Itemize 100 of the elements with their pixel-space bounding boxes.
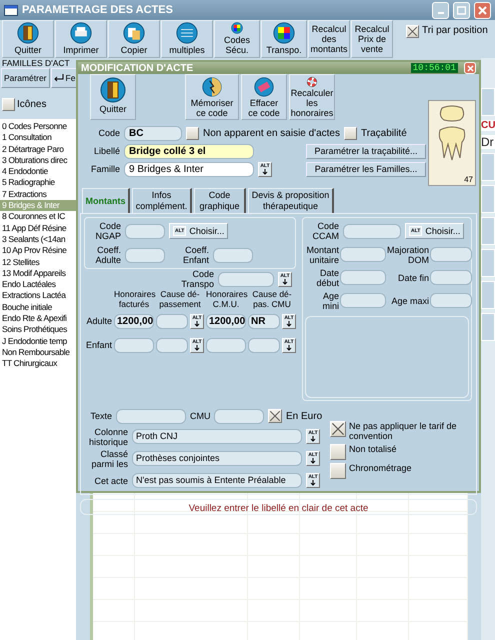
ccam-field[interactable] <box>340 247 386 262</box>
list-item[interactable]: Endo Lactéales <box>0 279 76 290</box>
field-label: Date début <box>315 268 339 288</box>
down-arrow-icon <box>310 458 316 464</box>
toolbar-button[interactable]: multiples <box>161 20 213 58</box>
tab[interactable]: Montants <box>82 188 130 213</box>
list-item[interactable]: Non Remboursable <box>0 346 76 358</box>
fee-field[interactable] <box>248 338 280 352</box>
door-icon <box>100 77 126 103</box>
printer-icon <box>68 22 94 44</box>
coefficient-field[interactable] <box>125 248 165 262</box>
transpo-field[interactable] <box>218 272 274 286</box>
list-item[interactable]: 11 App Déf Résine <box>0 222 76 234</box>
tab[interactable]: FAMILLES D'ACT <box>0 58 76 68</box>
field-label: Code <box>97 128 120 138</box>
checkbox[interactable] <box>268 409 282 423</box>
list-item[interactable]: TT Chirurgicaux <box>0 358 76 370</box>
list-item[interactable]: J Endodontie temp <box>0 336 76 347</box>
clock: 10:56:01 <box>410 63 458 73</box>
select-field[interactable]: Proth CNJ <box>132 429 302 444</box>
partial-text: CU <box>481 120 495 131</box>
fee-field[interactable] <box>114 338 154 352</box>
row-label: Enfant <box>84 340 112 350</box>
families-button[interactable]: Paramétrer les Familles... <box>306 162 426 176</box>
toolbar-button[interactable]: Transpo. <box>261 20 307 58</box>
list-item[interactable]: Bouche initiale <box>0 302 76 314</box>
configure-button[interactable]: Paramétrer <box>1 68 50 88</box>
column-header: Honoraires C.M.U. <box>206 289 246 309</box>
list-item[interactable]: 2 Détartrage Paro <box>0 144 76 155</box>
coefficient-field[interactable] <box>213 248 253 262</box>
ccam-field[interactable] <box>340 293 386 308</box>
down-arrow-icon <box>310 480 316 486</box>
list-item[interactable]: 10 Ap Prov Résine <box>0 245 76 257</box>
list-item[interactable]: 5 Radiographie <box>0 177 76 189</box>
ccam-field[interactable] <box>430 293 472 308</box>
list-item[interactable]: Endo Rte & Apexifi <box>0 313 76 324</box>
select-field[interactable]: Prothèses conjointes <box>132 451 302 466</box>
field-label: Coeff. Adulte <box>94 245 121 265</box>
fee-field[interactable] <box>156 314 188 328</box>
toolbar-button[interactable]: Effacer ce code <box>241 74 287 120</box>
checkbox-label: Non totalisé <box>349 444 397 454</box>
fee-field[interactable] <box>206 338 246 352</box>
family-field[interactable]: 9 Bridges & Inter <box>124 162 254 176</box>
list-item[interactable]: 7 Extractions <box>0 188 76 200</box>
status-message: Veuillez entrer le libellé en clair de cet acte <box>188 503 368 514</box>
field-label: Coeff. Enfant <box>182 245 209 265</box>
list-item[interactable]: Extractions Lactéa <box>0 290 76 302</box>
text-field[interactable] <box>116 408 186 424</box>
close-button[interactable] <box>474 2 491 18</box>
toolbar-button[interactable]: Mémoriser ce code <box>185 74 239 120</box>
list-item[interactable]: 8 Couronnes et IC <box>0 211 76 223</box>
toolbar-button[interactable]: Recalcul Prix de vente <box>351 20 393 58</box>
fee-field[interactable] <box>156 338 188 352</box>
field-label: Code NGAP <box>94 221 121 241</box>
tab[interactable]: Code graphique <box>194 188 246 213</box>
toolbar-button[interactable]: Recalcul des montants <box>308 20 350 58</box>
ccam-field[interactable] <box>430 247 472 262</box>
ngap-field[interactable] <box>125 224 165 238</box>
list-item[interactable]: 3 Obturations direc <box>0 154 76 166</box>
select-field[interactable]: N'est pas soumis à Entente Préalable <box>132 473 302 488</box>
list-item[interactable]: 0 Codes Personne <box>0 121 76 132</box>
maximize-button[interactable] <box>453 2 470 18</box>
traceability-button[interactable]: Paramétrer la traçabilité... <box>306 144 426 158</box>
list-item[interactable]: 4 Endodontie <box>0 166 76 178</box>
code-field[interactable]: BC <box>124 126 182 140</box>
toolbar-button[interactable]: Quitter <box>2 20 54 58</box>
fee-field[interactable]: 1200,00 <box>114 314 154 328</box>
toolbar-button[interactable]: Codes Sécu. <box>214 20 260 58</box>
tab[interactable]: Devis & proposition thérapeutique <box>248 188 334 213</box>
minimize-button[interactable] <box>432 2 449 18</box>
checkbox[interactable] <box>406 25 419 38</box>
cmu-field[interactable] <box>214 408 264 424</box>
field-label: Code Transpo <box>180 269 214 289</box>
field-label: Age maxi <box>390 296 429 306</box>
down-arrow-icon <box>310 436 316 442</box>
close-button[interactable] <box>464 62 476 74</box>
ccam-field[interactable] <box>430 270 472 285</box>
checkbox-label: Ne pas appliquer le tarif de convention <box>349 421 458 441</box>
ccam-field[interactable] <box>340 270 386 285</box>
list-item[interactable]: 12 Stellites <box>0 256 76 268</box>
list-item[interactable]: 13 Modif Appareils <box>0 268 76 280</box>
column-header: Cause dé-pas. CMU <box>251 289 293 309</box>
fee-field[interactable]: NR <box>248 314 280 328</box>
enter-button[interactable]: Fe <box>50 68 78 88</box>
toolbar-button[interactable]: Imprimer <box>55 20 107 58</box>
toolbar-button[interactable]: Quitter <box>90 74 136 120</box>
down-arrow-icon <box>194 320 200 326</box>
tab[interactable]: Infos complément. <box>132 188 192 213</box>
list-item[interactable]: 1 Consultation <box>0 132 76 144</box>
label-field[interactable]: Bridge collé 3 el <box>124 144 254 158</box>
list-item[interactable]: 3 Sealants (<14an <box>0 234 76 246</box>
toolbar-button[interactable]: Recalculer les honoraires <box>289 74 335 120</box>
list-item[interactable]: Soins Prothétiques <box>0 324 76 336</box>
checkbox[interactable] <box>330 421 346 437</box>
field-label: Cet acte <box>93 476 128 486</box>
toolbar-button[interactable]: Copier <box>108 20 160 58</box>
ccam-field[interactable] <box>343 224 401 238</box>
column-header: Cause dé-passement <box>158 289 202 309</box>
fee-field[interactable]: 1200,00 <box>206 314 246 328</box>
close-icon <box>478 6 487 14</box>
